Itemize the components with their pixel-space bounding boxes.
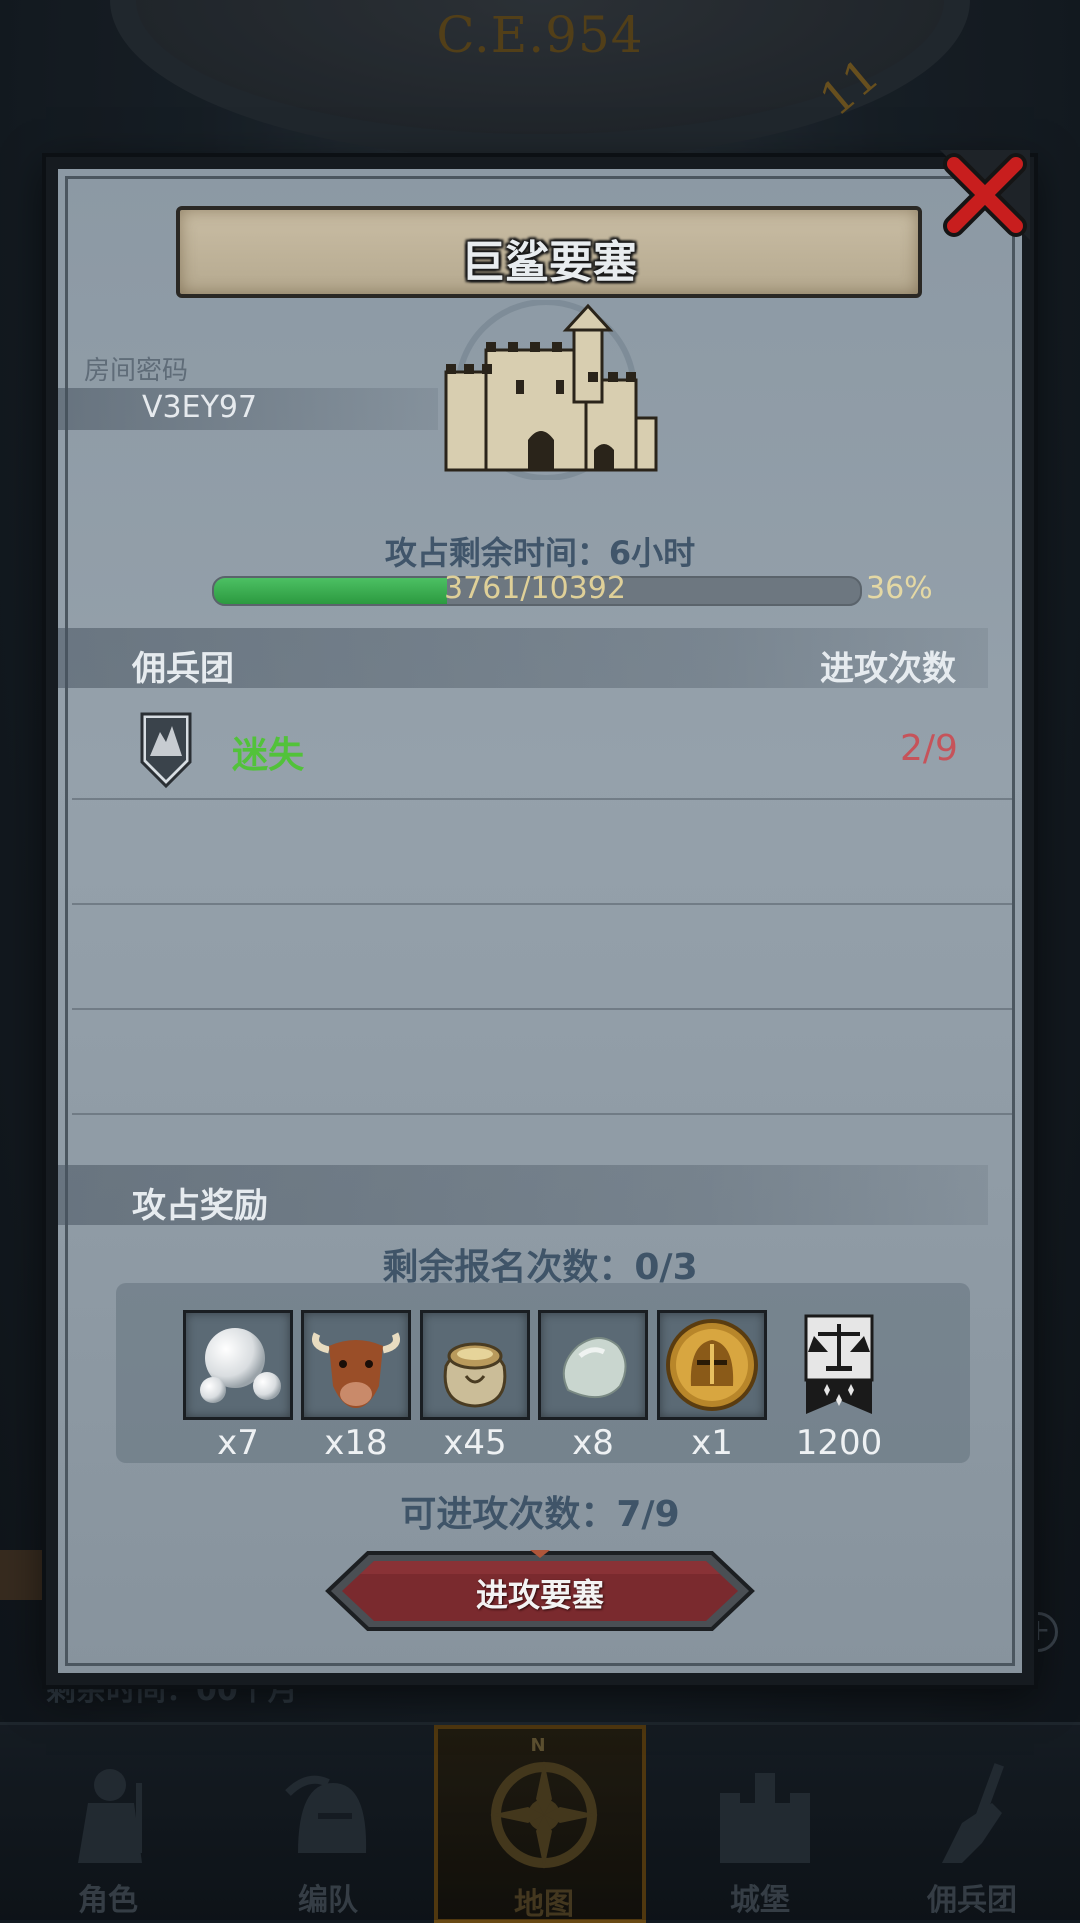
- attacks-header: 进攻次数: [820, 649, 956, 689]
- reward-header: 攻占奖励: [132, 1186, 268, 1226]
- reward-item-pearl[interactable]: [183, 1310, 293, 1420]
- reward-count: x45: [443, 1423, 507, 1463]
- mercenary-name[interactable]: 迷失: [232, 726, 304, 778]
- reward-count: x7: [217, 1423, 259, 1463]
- mountain-shield-icon: [140, 712, 192, 789]
- knight-helmet-coin-icon: [666, 1319, 758, 1411]
- reward-count: x1: [691, 1423, 733, 1463]
- attack-count-remaining: 可进攻次数：7/9: [400, 1494, 680, 1535]
- row-divider: [72, 1008, 1012, 1010]
- reward-item-grain[interactable]: [420, 1310, 530, 1420]
- reward-count: 1200: [795, 1423, 883, 1463]
- room-code[interactable]: V3EY97: [142, 390, 257, 425]
- room-password-label: 房间密码: [84, 356, 189, 386]
- reward-item-helmet[interactable]: [657, 1310, 767, 1420]
- mercenary-attack-count: 2/9: [900, 728, 958, 769]
- reward-count: x8: [572, 1423, 614, 1463]
- attack-fortress-button[interactable]: 进攻要塞: [324, 1550, 756, 1632]
- scales-banner-icon: [804, 1314, 874, 1414]
- mercenary-header: 佣兵团: [132, 649, 234, 689]
- ox-head-icon: [312, 1332, 400, 1408]
- row-divider: [72, 1113, 1012, 1115]
- title-banner: 巨鲨要塞: [176, 206, 922, 298]
- close-icon[interactable]: [940, 150, 1030, 240]
- reward-count: x18: [324, 1423, 388, 1463]
- reward-item-ox[interactable]: [301, 1310, 411, 1420]
- capture-time-remaining: 攻占剩余时间：6小时: [384, 534, 696, 572]
- attack-fortress-label: 进攻要塞: [475, 1576, 604, 1614]
- dialog-title: 巨鲨要塞: [461, 237, 637, 288]
- capture-progress-percent: 36%: [866, 571, 933, 606]
- reward-item-jade[interactable]: [538, 1310, 648, 1420]
- capture-progress-text: 3761/10392: [444, 571, 626, 606]
- grain-sack-icon: [443, 1342, 507, 1408]
- fortress-castle-icon: [444, 300, 658, 480]
- row-divider: [72, 798, 1012, 800]
- jade-stone-icon: [562, 1337, 627, 1398]
- pearl-icon: [200, 1328, 281, 1403]
- row-divider: [72, 903, 1012, 905]
